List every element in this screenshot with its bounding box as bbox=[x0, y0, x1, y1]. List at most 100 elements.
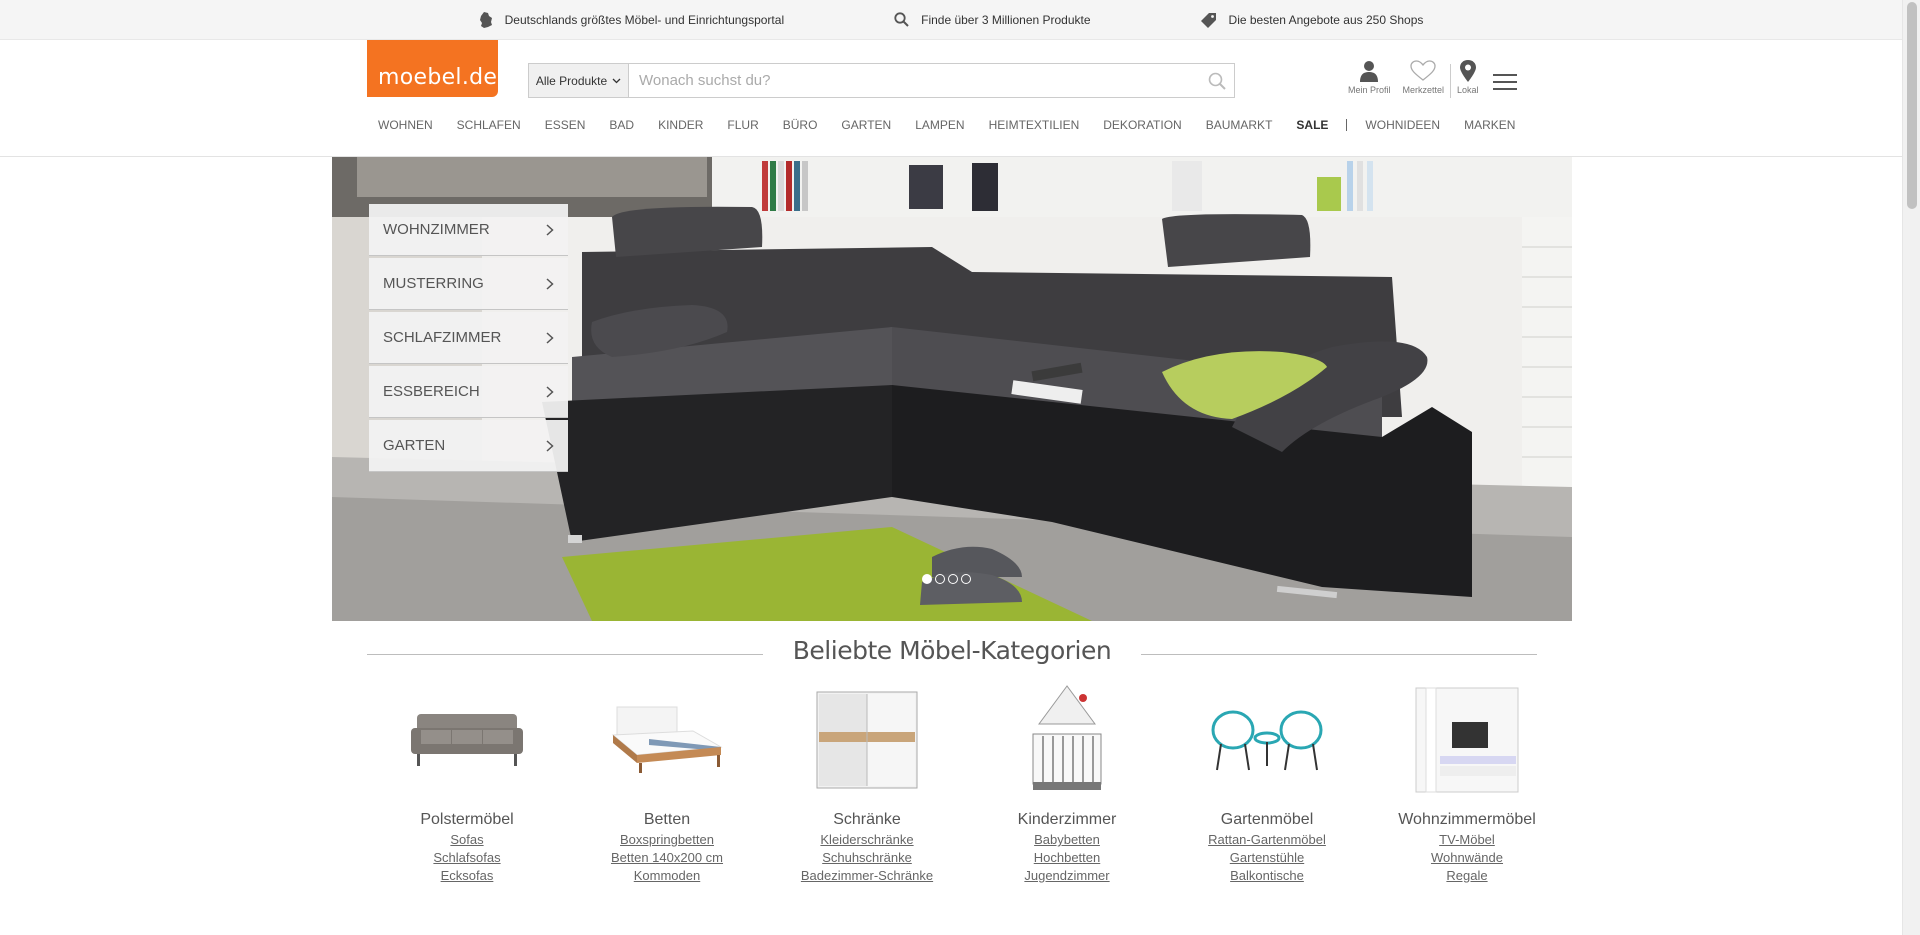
info-text-products: Finde über 3 Millionen Produkte bbox=[921, 12, 1091, 27]
hero-menu-item-wohnzimmer[interactable]: WOHNZIMMER bbox=[369, 204, 568, 256]
hero-menu-item-essbereich[interactable]: ESSBEREICH bbox=[369, 366, 568, 418]
nav-item-buero[interactable]: BÜRO bbox=[783, 118, 818, 132]
search-icon bbox=[894, 12, 909, 27]
hero-menu-item-musterring[interactable]: MUSTERRING bbox=[369, 258, 568, 310]
crib-image[interactable] bbox=[1002, 683, 1132, 797]
garden-chairs-image[interactable] bbox=[1202, 683, 1332, 797]
header-tools: Mein Profil Merkzettel Lokal bbox=[1348, 60, 1517, 98]
location-pin-icon bbox=[1459, 60, 1476, 82]
info-text-portal: Deutschlands größtes Möbel- und Einricht… bbox=[504, 12, 785, 27]
category-link[interactable]: Schlafsofas bbox=[433, 849, 500, 867]
nav-item-sale[interactable]: SALE bbox=[1296, 118, 1328, 132]
nav-item-dekoration[interactable]: DEKORATION bbox=[1103, 118, 1181, 132]
nav-item-wohnideen[interactable]: WOHNIDEEN bbox=[1365, 118, 1440, 132]
search-category-label: Alle Produkte bbox=[535, 73, 608, 88]
nav-item-heimtextilien[interactable]: HEIMTEXTILIEN bbox=[989, 118, 1080, 132]
profile-label: Mein Profil bbox=[1348, 85, 1391, 95]
slider-dot[interactable] bbox=[922, 574, 932, 584]
category-title[interactable]: Polstermöbel bbox=[420, 811, 513, 829]
chevron-right-icon bbox=[546, 385, 554, 398]
slider-dots bbox=[922, 574, 971, 584]
search-category-select[interactable]: Alle Produkte bbox=[529, 64, 629, 97]
page-scrollbar[interactable] bbox=[1902, 0, 1920, 935]
hero-menu-item-label: MUSTERRING bbox=[383, 275, 484, 292]
category-link[interactable]: Betten 140x200 cm bbox=[611, 849, 723, 867]
nav-item-lampen[interactable]: LAMPEN bbox=[915, 118, 964, 132]
tag-icon bbox=[1200, 12, 1216, 28]
local-button[interactable]: Lokal bbox=[1457, 60, 1479, 95]
profile-button[interactable]: Mein Profil bbox=[1348, 60, 1391, 95]
category-link[interactable]: Regale bbox=[1446, 867, 1487, 885]
category-title[interactable]: Betten bbox=[644, 811, 690, 829]
category-link[interactable]: TV-Möbel bbox=[1439, 831, 1495, 849]
category-link[interactable]: Balkontische bbox=[1230, 867, 1304, 885]
nav-item-baumarkt[interactable]: BAUMARKT bbox=[1206, 118, 1273, 132]
wishlist-label: Merkzettel bbox=[1402, 85, 1445, 95]
page: Deutschlands größtes Möbel- und Einricht… bbox=[0, 0, 1902, 935]
nav-item-essen[interactable]: ESSEN bbox=[545, 118, 586, 132]
hero-category-menu: WOHNZIMMER MUSTERRING SCHLAFZIMMER ESSBE… bbox=[369, 204, 568, 472]
category-link[interactable]: Hochbetten bbox=[1034, 849, 1101, 867]
category-link[interactable]: Rattan-Gartenmöbel bbox=[1208, 831, 1326, 849]
nav-item-schlafen[interactable]: SCHLAFEN bbox=[457, 118, 521, 132]
hero-menu-item-label: SCHLAFZIMMER bbox=[383, 329, 502, 346]
category-link[interactable]: Kleiderschränke bbox=[820, 831, 913, 849]
category-title[interactable]: Kinderzimmer bbox=[1018, 811, 1117, 829]
menu-button[interactable] bbox=[1492, 74, 1517, 95]
slider-dot[interactable] bbox=[948, 574, 958, 584]
search-button[interactable] bbox=[1200, 64, 1234, 97]
category-gartenmoebel: Gartenmöbel Rattan-Gartenmöbel Gartenstü… bbox=[1167, 683, 1367, 885]
category-link[interactable]: Kommoden bbox=[634, 867, 700, 885]
hero-menu-item-label: GARTEN bbox=[383, 437, 446, 454]
chevron-right-icon bbox=[546, 223, 554, 236]
nav-item-kinder[interactable]: KINDER bbox=[658, 118, 703, 132]
category-link[interactable]: Babybetten bbox=[1034, 831, 1100, 849]
sofa-image[interactable] bbox=[402, 683, 532, 797]
search-icon bbox=[1208, 72, 1226, 90]
main-nav: WOHNEN SCHLAFEN ESSEN BAD KINDER FLUR BÜ… bbox=[367, 118, 1539, 132]
category-links: Babybetten Hochbetten Jugendzimmer bbox=[1024, 831, 1109, 885]
category-link[interactable]: Boxspringbetten bbox=[620, 831, 714, 849]
category-links: Sofas Schlafsofas Ecksofas bbox=[433, 831, 500, 885]
category-title[interactable]: Gartenmöbel bbox=[1221, 811, 1314, 829]
nav-item-wohnen[interactable]: WOHNEN bbox=[378, 118, 433, 132]
logo[interactable]: moebel.de bbox=[367, 40, 498, 97]
info-bar: Deutschlands größtes Möbel- und Einricht… bbox=[0, 0, 1902, 40]
category-link[interactable]: Gartenstühle bbox=[1230, 849, 1304, 867]
hero-menu-item-schlafzimmer[interactable]: SCHLAFZIMMER bbox=[369, 312, 568, 364]
nav-item-flur[interactable]: FLUR bbox=[727, 118, 758, 132]
chevron-right-icon bbox=[546, 439, 554, 452]
category-link[interactable]: Sofas bbox=[450, 831, 483, 849]
slider-dot[interactable] bbox=[961, 574, 971, 584]
category-link[interactable]: Schuhschränke bbox=[822, 849, 912, 867]
search-input[interactable] bbox=[629, 64, 1200, 97]
category-grid: Polstermöbel Sofas Schlafsofas Ecksofas … bbox=[367, 683, 1567, 885]
category-link[interactable]: Jugendzimmer bbox=[1024, 867, 1109, 885]
category-links: Boxspringbetten Betten 140x200 cm Kommod… bbox=[611, 831, 723, 885]
wishlist-button[interactable]: Merkzettel bbox=[1402, 60, 1445, 95]
category-title[interactable]: Wohnzimmermöbel bbox=[1398, 811, 1536, 829]
scrollbar-thumb[interactable] bbox=[1907, 2, 1917, 209]
nav-item-bad[interactable]: BAD bbox=[609, 118, 634, 132]
category-link[interactable]: Wohnwände bbox=[1431, 849, 1503, 867]
category-polstermoebel: Polstermöbel Sofas Schlafsofas Ecksofas bbox=[367, 683, 567, 885]
tools-separator bbox=[1450, 64, 1452, 98]
category-schraenke: Schränke Kleiderschränke Schuhschränke B… bbox=[767, 683, 967, 885]
header: moebel.de Alle Produkte Mein Profil Merk… bbox=[0, 40, 1902, 157]
slider-dot[interactable] bbox=[935, 574, 945, 584]
wardrobe-image[interactable] bbox=[802, 683, 932, 797]
nav-item-marken[interactable]: MARKEN bbox=[1464, 118, 1515, 132]
categories-heading: Beliebte Möbel-Kategorien bbox=[367, 633, 1537, 667]
nav-separator bbox=[1346, 119, 1348, 131]
hero-menu-item-garten[interactable]: GARTEN bbox=[369, 420, 568, 472]
hamburger-icon bbox=[1492, 74, 1517, 90]
category-title[interactable]: Schränke bbox=[833, 811, 901, 829]
category-link[interactable]: Ecksofas bbox=[441, 867, 494, 885]
tv-unit-image[interactable] bbox=[1402, 683, 1532, 797]
nav-item-garten[interactable]: GARTEN bbox=[841, 118, 891, 132]
bed-image[interactable] bbox=[602, 683, 732, 797]
category-link[interactable]: Badezimmer-Schränke bbox=[801, 867, 933, 885]
info-item-portal: Deutschlands größtes Möbel- und Einricht… bbox=[479, 11, 785, 28]
heading-divider bbox=[1141, 653, 1537, 655]
hero-banner[interactable]: WOHNZIMMER MUSTERRING SCHLAFZIMMER ESSBE… bbox=[332, 157, 1572, 621]
